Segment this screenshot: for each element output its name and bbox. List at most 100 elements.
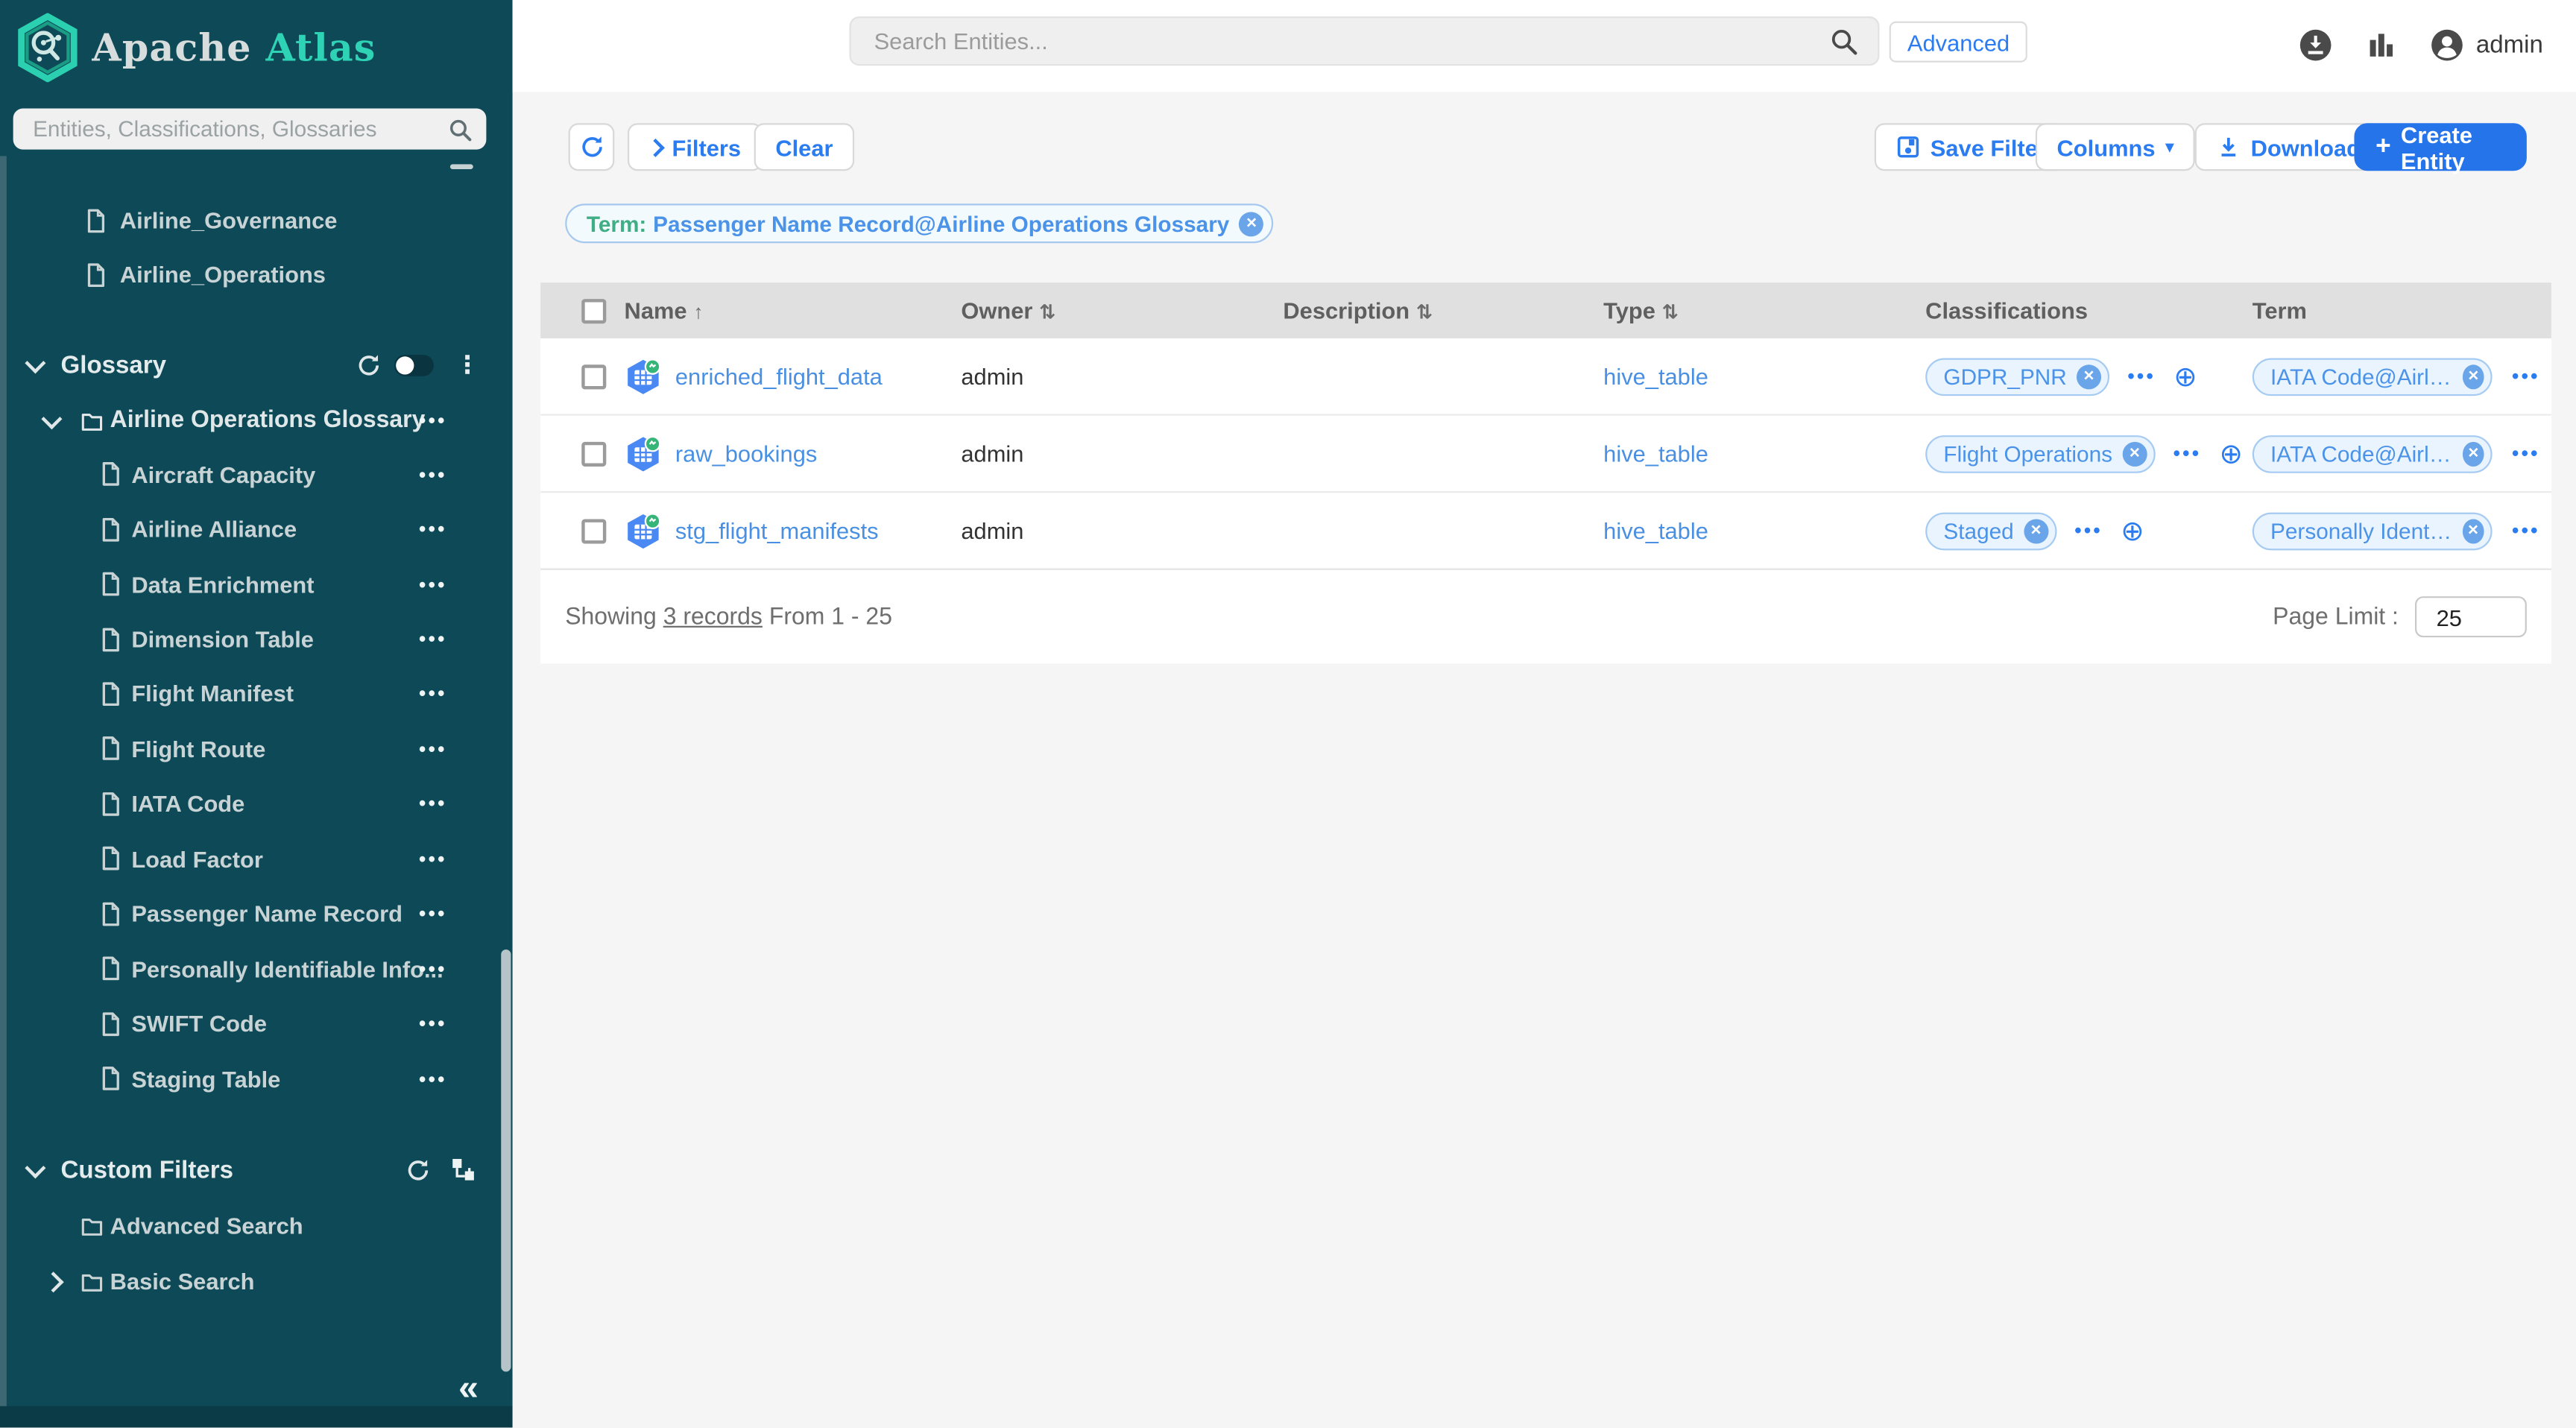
glossary-term-item[interactable]: Airline Alliance ••• xyxy=(0,502,513,557)
term-pill[interactable]: Personally Identifia...× xyxy=(2253,512,2493,550)
term-menu-ellipsis[interactable]: ••• xyxy=(419,572,447,595)
page-limit-input[interactable] xyxy=(2415,596,2527,637)
sort-icon[interactable]: ⇅ xyxy=(1662,300,1679,323)
sort-asc-icon[interactable]: ↑ xyxy=(693,300,703,323)
column-header-name[interactable]: Name↑ xyxy=(625,297,962,323)
remove-term-icon[interactable]: × xyxy=(2463,441,2484,466)
clear-button[interactable]: Clear xyxy=(754,123,855,171)
term-menu-ellipsis[interactable]: ••• xyxy=(419,847,447,871)
sidebar-scrollbar-thumb[interactable] xyxy=(501,950,511,1371)
sidebar-item-airline-governance[interactable]: Airline_Governance xyxy=(0,200,513,240)
classification-pill[interactable]: Staged× xyxy=(1925,512,2056,550)
glossary-term-item[interactable]: Passenger Name Record ••• xyxy=(0,886,513,941)
glossary-term-item[interactable]: Dimension Table ••• xyxy=(0,612,513,667)
row-more-ellipsis[interactable]: ••• xyxy=(2512,519,2540,542)
classification-pill[interactable]: Flight Operations× xyxy=(1925,435,2155,473)
classification-pill[interactable]: GDPR_PNR× xyxy=(1925,357,2109,395)
entity-name-link[interactable]: stg_flight_manifests xyxy=(675,517,879,543)
glossary-term-item[interactable]: Data Enrichment ••• xyxy=(0,557,513,612)
sidebar-collapse-icon[interactable]: « xyxy=(458,1367,479,1409)
table-row[interactable]: raw_bookings admin hive_table Flight Ope… xyxy=(540,414,2551,491)
remove-classification-icon[interactable]: × xyxy=(2122,441,2147,466)
remove-classification-icon[interactable]: × xyxy=(2077,364,2101,388)
sort-icon[interactable]: ⇅ xyxy=(1039,300,1055,323)
add-classification-icon[interactable]: ⊕ xyxy=(2174,362,2197,390)
glossary-toggle[interactable] xyxy=(394,354,434,376)
username-label[interactable]: admin xyxy=(2476,31,2543,59)
remove-term-icon[interactable]: × xyxy=(2463,364,2484,388)
term-pill[interactable]: IATA Code@Airline ...× xyxy=(2253,435,2493,473)
select-all-checkbox[interactable] xyxy=(581,298,606,323)
filters-button[interactable]: Filters xyxy=(628,123,763,171)
term-menu-ellipsis[interactable]: ••• xyxy=(419,683,447,706)
glossary-menu-ellipsis[interactable]: ••• xyxy=(419,409,447,432)
row-checkbox[interactable] xyxy=(581,441,606,466)
glossary-term-item[interactable]: Aircraft Capacity ••• xyxy=(0,447,513,502)
entity-type-link[interactable]: hive_table xyxy=(1603,363,1925,389)
add-classification-icon[interactable]: ⊕ xyxy=(2220,440,2243,467)
column-header-description[interactable]: Description⇅ xyxy=(1283,297,1603,323)
row-more-ellipsis[interactable]: ••• xyxy=(2512,442,2540,465)
sidebar-search-input[interactable] xyxy=(13,116,449,141)
columns-button[interactable]: Columns ▾ xyxy=(2036,123,2196,171)
refresh-icon[interactable] xyxy=(356,353,381,377)
remove-term-icon[interactable]: × xyxy=(2462,518,2484,543)
column-header-type[interactable]: Type⇅ xyxy=(1603,297,1925,323)
export-download-icon[interactable] xyxy=(2299,28,2333,62)
column-header-term[interactable]: Term xyxy=(2253,297,2551,323)
row-checkbox[interactable] xyxy=(581,518,606,543)
table-row[interactable]: enriched_flight_data admin hive_table GD… xyxy=(540,338,2551,414)
chevron-down-icon[interactable] xyxy=(28,1162,42,1177)
sort-icon[interactable]: ⇅ xyxy=(1416,300,1433,323)
sidebar-item-airline-operations[interactable]: Airline_Operations xyxy=(0,255,513,294)
term-menu-ellipsis[interactable]: ••• xyxy=(419,628,447,651)
glossary-term-item[interactable]: Load Factor ••• xyxy=(0,831,513,886)
term-menu-ellipsis[interactable]: ••• xyxy=(419,463,447,486)
row-checkbox[interactable] xyxy=(581,364,606,388)
app-logo[interactable]: Apache Atlas xyxy=(16,13,376,83)
classification-more-ellipsis[interactable]: ••• xyxy=(2074,519,2103,542)
create-entity-button[interactable]: + Create Entity xyxy=(2354,123,2526,171)
term-menu-ellipsis[interactable]: ••• xyxy=(419,957,447,980)
entity-name-link[interactable]: enriched_flight_data xyxy=(675,363,883,389)
add-classification-icon[interactable]: ⊕ xyxy=(2121,516,2144,544)
chevron-down-icon[interactable] xyxy=(45,413,60,428)
column-header-owner[interactable]: Owner⇅ xyxy=(961,297,1283,323)
glossary-term-item[interactable]: Flight Route ••• xyxy=(0,721,513,777)
refresh-results-button[interactable] xyxy=(569,123,615,171)
sidebar-item-advanced-search[interactable]: Advanced Search xyxy=(0,1204,513,1247)
term-menu-ellipsis[interactable]: ••• xyxy=(419,737,447,760)
custom-filters-label[interactable]: Custom Filters xyxy=(61,1156,233,1184)
glossary-term-item[interactable]: IATA Code ••• xyxy=(0,777,513,832)
remove-classification-icon[interactable]: × xyxy=(2024,518,2048,543)
glossary-term-item[interactable]: Staging Table ••• xyxy=(0,1051,513,1106)
global-search-input[interactable] xyxy=(851,28,1831,54)
table-row[interactable]: stg_flight_manifests admin hive_table St… xyxy=(540,491,2551,569)
glossary-section-label[interactable]: Glossary xyxy=(61,351,167,379)
glossary-term-item[interactable]: Personally Identifiable Info... ••• xyxy=(0,941,513,996)
kebab-menu-icon[interactable]: ⋮ xyxy=(455,353,480,377)
term-menu-ellipsis[interactable]: ••• xyxy=(419,903,447,926)
glossary-term-item[interactable]: Flight Manifest ••• xyxy=(0,666,513,721)
entity-type-link[interactable]: hive_table xyxy=(1603,440,1925,467)
glossary-term-item[interactable]: SWIFT Code ••• xyxy=(0,996,513,1051)
advanced-search-button[interactable]: Advanced xyxy=(1890,22,2028,63)
user-avatar-icon[interactable] xyxy=(2430,28,2464,62)
sidebar-item-basic-search[interactable]: Basic Search xyxy=(0,1260,513,1303)
term-menu-ellipsis[interactable]: ••• xyxy=(419,518,447,541)
search-icon[interactable] xyxy=(1830,27,1857,54)
term-menu-ellipsis[interactable]: ••• xyxy=(419,1012,447,1035)
entity-type-link[interactable]: hive_table xyxy=(1603,517,1925,543)
classification-more-ellipsis[interactable]: ••• xyxy=(2127,364,2156,388)
row-more-ellipsis[interactable]: ••• xyxy=(2512,364,2540,388)
search-icon[interactable] xyxy=(449,118,472,141)
term-menu-ellipsis[interactable]: ••• xyxy=(419,1067,447,1090)
term-menu-ellipsis[interactable]: ••• xyxy=(419,792,447,815)
stats-bar-chart-icon[interactable] xyxy=(2367,31,2395,59)
refresh-icon[interactable] xyxy=(405,1157,430,1182)
chevron-right-icon[interactable] xyxy=(46,1274,61,1289)
records-count-link[interactable]: 3 records xyxy=(663,604,763,630)
entity-name-link[interactable]: raw_bookings xyxy=(675,440,817,467)
classification-more-ellipsis[interactable]: ••• xyxy=(2174,442,2202,465)
chevron-down-icon[interactable] xyxy=(28,357,42,372)
